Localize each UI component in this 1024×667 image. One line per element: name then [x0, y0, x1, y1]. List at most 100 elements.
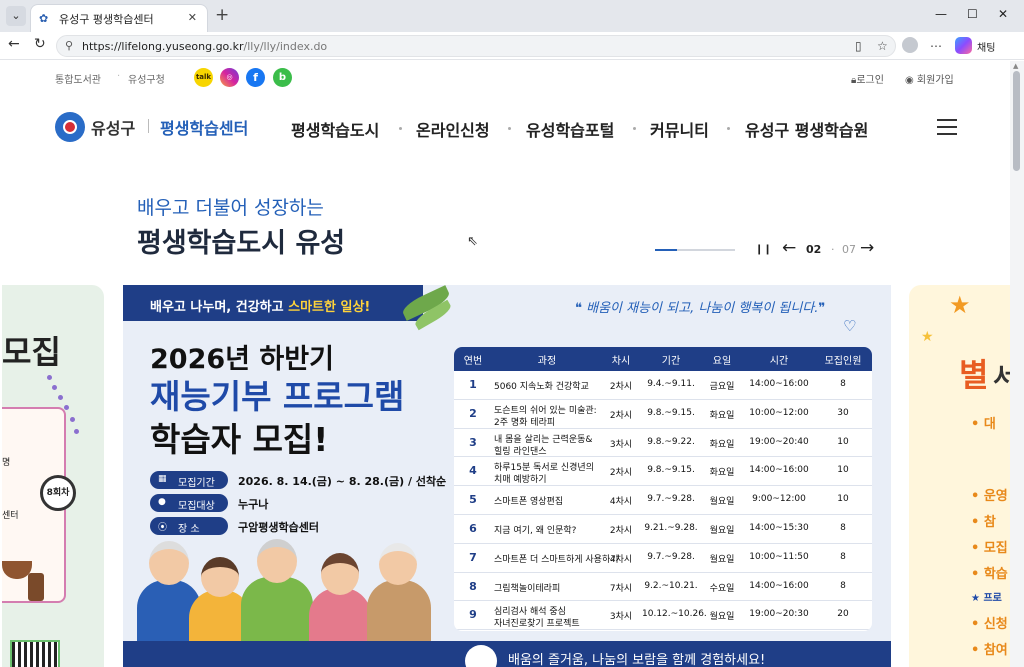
minimize-icon[interactable]: —: [935, 7, 947, 21]
hero-title: 평생학습도시 유성: [137, 228, 346, 259]
table-row: 7 스마트폰 더 스마트하게 사용하기 4차시 9.7.~9.28. 월요일 10:00~…: [454, 544, 872, 573]
close-tab-icon[interactable]: ✕: [188, 11, 197, 24]
table-cell: 2주 명화 테라피: [494, 417, 556, 428]
info-value: 2026. 8. 14.(금) ~ 8. 28.(금) / 선착순: [238, 475, 447, 488]
blog-icon[interactable]: b: [273, 68, 292, 87]
nav-dot: [399, 127, 402, 130]
person-body: [241, 577, 313, 651]
district-office-link[interactable]: 유성구청: [128, 71, 165, 86]
kakao-icon[interactable]: talk: [194, 68, 213, 87]
table-cell: 30: [837, 407, 849, 418]
instagram-icon[interactable]: ◎: [220, 68, 239, 87]
tab-strip: ⌄ ✿ 유성구 평생학습센터 ✕ + — ☐ ✕: [0, 0, 1024, 32]
profile-avatar[interactable]: [902, 37, 918, 53]
column-header: 차시: [611, 356, 631, 367]
site-info-icon[interactable]: ⚲: [65, 39, 73, 52]
person-head: [379, 543, 417, 585]
table-cell: 2차시: [609, 526, 633, 536]
table-cell: 9.8.~9.15.: [647, 407, 695, 418]
slide-progress-fill: [655, 249, 678, 251]
join-link[interactable]: ◉ 회원가입: [905, 71, 954, 86]
table-cell: 힐링 라인댄스: [494, 446, 547, 457]
table-cell: 9.4.~9.11.: [647, 379, 695, 389]
table-row: 8 그림책놀이테라피 7차시 9.2.~10.21. 수요일 14:00~16:00 8: [454, 573, 872, 602]
table-cell: 14:00~15:30: [749, 523, 809, 533]
more-menu-icon[interactable]: ⋯: [930, 39, 942, 53]
main-slide-banner[interactable]: 배우고 나누며, 건강하고 스마트한 일상! ❝ 배움이 재능이 되고, 나눔이…: [123, 285, 891, 667]
address-bar[interactable]: ⚲ https://lifelong.yuseong.go.kr/lly/lly…: [56, 35, 896, 57]
site-favicon-icon: ✿: [39, 12, 49, 25]
prev-slide-icon[interactable]: ←: [782, 238, 796, 258]
tab-list-button[interactable]: ⌄: [6, 6, 26, 26]
favorite-star-icon[interactable]: ☆: [877, 39, 888, 53]
table-cell: 10: [837, 465, 849, 476]
scrollbar-thumb[interactable]: [1013, 71, 1020, 171]
close-window-icon[interactable]: ✕: [998, 7, 1008, 21]
slide-counter-separator: ·: [831, 243, 835, 256]
slide-footer-bar: 배움의 즐거움, 나눔의 보람을 함께 경험하세요!: [123, 641, 891, 667]
prev-slide-preview[interactable]: 모집 명 센터 8회차: [2, 285, 104, 667]
nav-item-lifelong-city[interactable]: 평생학습도시: [291, 117, 379, 141]
facebook-icon[interactable]: f: [246, 68, 265, 87]
reader-mode-icon[interactable]: ▯: [855, 39, 862, 53]
scroll-up-icon[interactable]: ▲: [1013, 62, 1018, 70]
person-body: [367, 580, 431, 650]
table-cell: 화요일: [709, 410, 735, 421]
next-slide-bullet: • 대: [971, 417, 996, 432]
new-tab-icon[interactable]: +: [215, 5, 229, 25]
table-cell: 10.12.~10.26.: [642, 609, 707, 620]
active-tab[interactable]: ✿ 유성구 평생학습센터 ✕: [30, 4, 208, 32]
nav-item-learning-institute[interactable]: 유성구 평생학습원: [745, 117, 868, 141]
lavender-icon: [58, 395, 63, 400]
logo-name[interactable]: 유성구: [91, 115, 135, 139]
star-icon: ★: [921, 329, 934, 345]
table-cell: 19:00~20:30: [749, 609, 809, 620]
back-icon[interactable]: ←: [8, 36, 20, 52]
table-cell: 월요일: [709, 497, 735, 508]
next-slide-icon[interactable]: →: [860, 238, 874, 258]
slide-progress-bar: [655, 249, 735, 251]
info-badge: ● 모집대상: [150, 494, 228, 512]
table-row: 3내 몸을 살리는 근력운동& 힐링 라인댄스 3차시 9.8.~9.22. 화요일 19…: [454, 429, 872, 458]
next-slide-bullet: • 모집: [971, 541, 1008, 556]
nav-item-online-apply[interactable]: 온라인신청: [416, 117, 490, 141]
lavender-icon: [74, 429, 79, 434]
login-link[interactable]: 🔒︎로그인: [851, 71, 884, 86]
lavender-icon: [52, 385, 57, 390]
chat-button[interactable]: 채팅: [977, 39, 995, 54]
table-cell: 금요일: [709, 382, 735, 392]
hamburger-menu-icon[interactable]: [937, 119, 957, 135]
library-link[interactable]: 통합도서관: [55, 71, 101, 86]
mouse-cursor-icon: ⇖: [467, 234, 478, 249]
table-row: 1 5060 지속노화 건강학교 2차시 9.4.~9.11. 금요일 14:00~16:…: [454, 371, 872, 400]
copilot-icon[interactable]: [955, 37, 972, 54]
table-cell: 5: [469, 493, 477, 507]
nav-dot: [633, 127, 636, 130]
nav-item-community[interactable]: 커뮤니티: [650, 117, 709, 141]
next-slide-preview[interactable]: ★ ★ 별 서 • 대 • 운영 • 참 • 모집 • 학습 ★ 프로 • 신청…: [909, 285, 1010, 667]
next-slide-bullet: • 참여: [971, 643, 1008, 658]
table-cell: 지금 여기, 왜 인문학?: [494, 526, 577, 536]
pause-icon[interactable]: ❙❙: [755, 244, 772, 255]
utility-bar: 통합도서관 · 유성구청 talk ◎ f b 🔒︎로그인 ◉ 회원가입: [2, 61, 1010, 95]
timer-icon: 8회차: [40, 475, 76, 511]
table-cell: 14:00~16:00: [749, 379, 809, 389]
logo-divider: [148, 119, 149, 133]
column-header: 모집인원: [824, 356, 862, 367]
column-header: 연번: [463, 356, 483, 367]
hero-subtitle: 배우고 더불어 성장하는: [137, 197, 324, 219]
nav-item-learning-portal[interactable]: 유성학습포털: [526, 117, 614, 141]
reload-icon[interactable]: ↻: [34, 36, 46, 52]
lavender-icon: [64, 405, 69, 410]
calendar-icon: ▦: [158, 474, 167, 484]
table-cell: 8: [840, 523, 846, 533]
table-cell: 10:00~11:50: [749, 551, 809, 562]
logo-center-name[interactable]: 평생학습센터: [160, 115, 248, 139]
district-logo-icon[interactable]: [55, 112, 85, 142]
table-cell: 월요일: [709, 612, 735, 623]
table-row: 2 도슨트의 쉬어 있는 미술관: 2주 명화 테라피 2차시 9.8.~9.15. 화요…: [454, 400, 872, 429]
column-header: 시간: [769, 356, 789, 367]
maximize-icon[interactable]: ☐: [967, 7, 978, 21]
lavender-icon: [70, 417, 75, 422]
page-scrollbar[interactable]: ▲: [1010, 61, 1024, 667]
